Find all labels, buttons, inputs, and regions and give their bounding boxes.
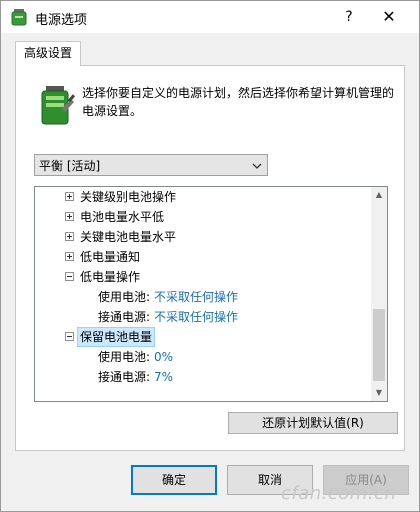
scroll-up-icon[interactable]: ▲ — [371, 187, 387, 203]
window-title: 电源选项 — [35, 13, 88, 28]
description-text: 选择你要自定义的电源计划，然后选择你希望计算机管理的电源设置。 — [82, 86, 395, 118]
expand-icon[interactable] — [65, 252, 74, 261]
scroll-down-icon[interactable]: ▼ — [371, 385, 387, 401]
help-button[interactable]: ? — [335, 5, 363, 29]
tab-advanced-settings[interactable]: 高级设置 — [15, 41, 81, 66]
close-button[interactable]: ✕ — [375, 5, 403, 29]
tree-item-label: 电池电量水平低 — [80, 210, 165, 224]
tree-item-label: 关键电池电量水平 — [80, 230, 177, 244]
tree-subitem-value[interactable]: 7% — [154, 367, 173, 387]
power-plan-selected: 平衡 [活动] — [39, 159, 101, 173]
power-options-window: 电源选项 ? ✕ 高级设置 选择你要自定义的电源计划，然后选择你希望计算机管理的… — [0, 0, 420, 512]
tree-subitem-label: 接通电源: — [98, 370, 151, 384]
tree-subitem-value[interactable]: 不采取任何操作 — [154, 307, 238, 327]
watermark: cfan.com.cn — [281, 483, 397, 504]
tree-subitem-label: 使用电池: — [98, 350, 151, 364]
collapse-icon[interactable] — [65, 272, 74, 281]
tree-item-label: 保留电池电量 — [77, 327, 156, 347]
power-plan-dropdown[interactable]: 平衡 [活动] — [34, 154, 268, 176]
expand-icon[interactable] — [65, 232, 74, 241]
expand-icon[interactable] — [65, 192, 74, 201]
collapse-icon[interactable] — [65, 332, 74, 341]
settings-tree[interactable]: 关键级别电池操作 电池电量水平低 关键电池电量水平 低电量通知 低电量操作 使用… — [34, 186, 388, 402]
tree-subitem-label: 接通电源: — [98, 310, 151, 324]
chevron-down-icon — [252, 163, 262, 169]
tree-subitem-value[interactable]: 0% — [154, 347, 173, 367]
expand-icon[interactable] — [65, 212, 74, 221]
tree-subitem-value[interactable]: 不采取任何操作 — [154, 287, 238, 307]
tree-item-label: 低电量通知 — [80, 250, 141, 264]
battery-plug-icon — [41, 86, 76, 125]
scrollbar-thumb[interactable] — [373, 309, 385, 381]
title-bar: 电源选项 ? ✕ — [1, 1, 419, 33]
vertical-scrollbar[interactable]: ▲ ▼ — [371, 187, 387, 401]
tree-subitem-label: 使用电池: — [98, 290, 151, 304]
restore-defaults-button[interactable]: 还原计划默认值(R) — [228, 412, 398, 434]
ok-button[interactable]: 确定 — [131, 465, 217, 495]
tree-item-label: 关键级别电池操作 — [80, 190, 177, 204]
tree-item-label: 低电量操作 — [80, 270, 141, 284]
advanced-settings-panel: 选择你要自定义的电源计划，然后选择你希望计算机管理的电源设置。 平衡 [活动] … — [15, 65, 405, 451]
battery-app-icon — [11, 9, 27, 26]
